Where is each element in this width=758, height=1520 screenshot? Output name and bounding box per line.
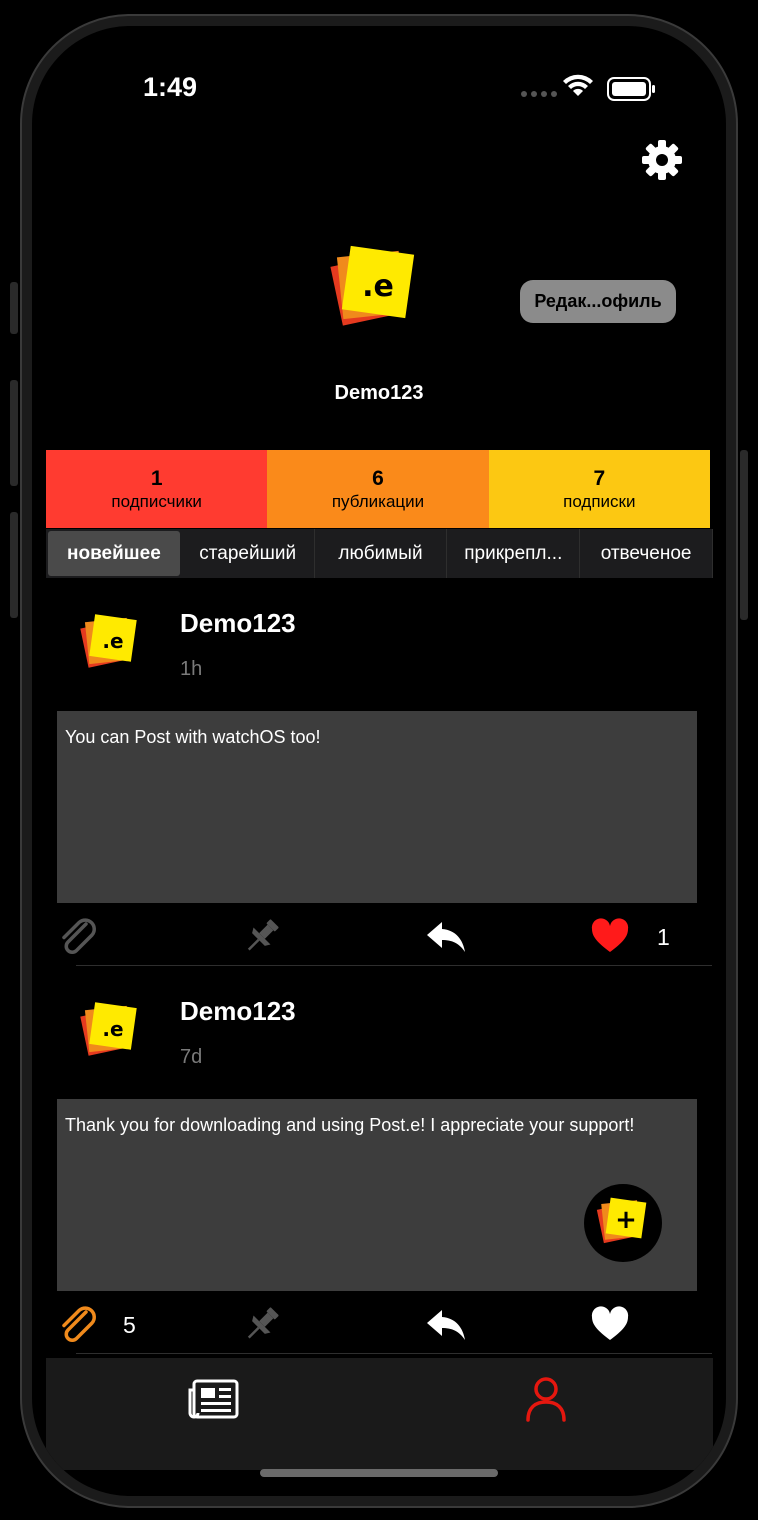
- svg-text:+: +: [615, 1205, 637, 1235]
- battery-icon: [607, 77, 655, 101]
- like-count: 1: [657, 924, 670, 950]
- profile-username: Demo123: [334, 382, 424, 404]
- post-time: 1h: [180, 658, 203, 680]
- post-time: 7d: [180, 1046, 203, 1068]
- post-avatar[interactable]: .e: [78, 610, 142, 674]
- mute-switch: [10, 282, 18, 334]
- compose-button[interactable]: +: [584, 1184, 662, 1262]
- pin-icon[interactable]: [240, 914, 284, 958]
- reply-icon[interactable]: [424, 1302, 468, 1346]
- svg-text:.e: .e: [102, 629, 123, 653]
- device-frame: 1:49 .e Редак...офиль Demo123 1 подписчи…: [0, 0, 758, 1520]
- post-divider: [76, 1353, 712, 1354]
- profile-stats: 1 подписчики 6 публикации 7 подписки: [46, 450, 710, 528]
- newspaper-icon[interactable]: [186, 1378, 240, 1420]
- signal-dots-icon: [521, 91, 557, 97]
- paperclip-icon[interactable]: [56, 914, 100, 958]
- sort-tab-pinned[interactable]: прикрепл...: [447, 529, 581, 578]
- status-time: 1:49: [143, 72, 198, 102]
- person-icon[interactable]: [524, 1376, 568, 1422]
- pin-icon[interactable]: [240, 1302, 284, 1346]
- stat-followers-count: 1: [150, 467, 163, 490]
- stat-followers[interactable]: 1 подписчики: [46, 450, 268, 528]
- paperclip-icon[interactable]: [56, 1302, 100, 1346]
- volume-down-button: [10, 512, 18, 618]
- post-author[interactable]: Demo123: [180, 996, 296, 1027]
- logo-letter: .e: [362, 269, 394, 304]
- volume-up-button: [10, 380, 18, 486]
- stat-posts[interactable]: 6 публикации: [267, 450, 489, 528]
- sort-tab-newest[interactable]: новейшее: [48, 531, 180, 576]
- sort-tab-oldest[interactable]: старейший: [182, 529, 315, 578]
- gear-icon[interactable]: [640, 138, 684, 182]
- sort-tab-favorite[interactable]: любимый: [315, 529, 448, 578]
- status-icons: [521, 74, 655, 101]
- stat-posts-count: 6: [372, 467, 384, 490]
- svg-text:.e: .e: [102, 1017, 123, 1041]
- attachment-count: 5: [123, 1312, 136, 1338]
- edit-profile-button[interactable]: Редак...офиль: [520, 280, 676, 323]
- post-author[interactable]: Demo123: [180, 608, 296, 639]
- post-divider: [76, 965, 712, 966]
- heart-icon[interactable]: [588, 1302, 632, 1346]
- screen: 1:49 .e Редак...офиль Demo123 1 подписчи…: [32, 26, 726, 1496]
- sort-tab-replied[interactable]: отвеченое: [580, 529, 713, 578]
- sort-segmented-control: новейшее старейший любимый прикрепл... о…: [46, 529, 713, 578]
- post-avatar[interactable]: .e: [78, 998, 142, 1062]
- stat-following-label: подписки: [563, 492, 636, 511]
- stat-following[interactable]: 7 подписки: [488, 450, 710, 528]
- stat-posts-label: публикации: [331, 492, 425, 511]
- reply-icon[interactable]: [424, 914, 468, 958]
- stat-followers-label: подписчики: [111, 492, 202, 511]
- home-indicator[interactable]: [260, 1469, 498, 1477]
- stat-following-count: 7: [593, 467, 606, 490]
- compose-icon: +: [596, 1197, 647, 1244]
- profile-avatar[interactable]: .e: [326, 240, 422, 336]
- post-body[interactable]: You can Post with watchOS too!: [57, 711, 697, 903]
- wifi-icon: [563, 74, 593, 96]
- power-button: [740, 450, 748, 620]
- tab-bar: [46, 1358, 713, 1470]
- heart-icon[interactable]: [588, 914, 632, 958]
